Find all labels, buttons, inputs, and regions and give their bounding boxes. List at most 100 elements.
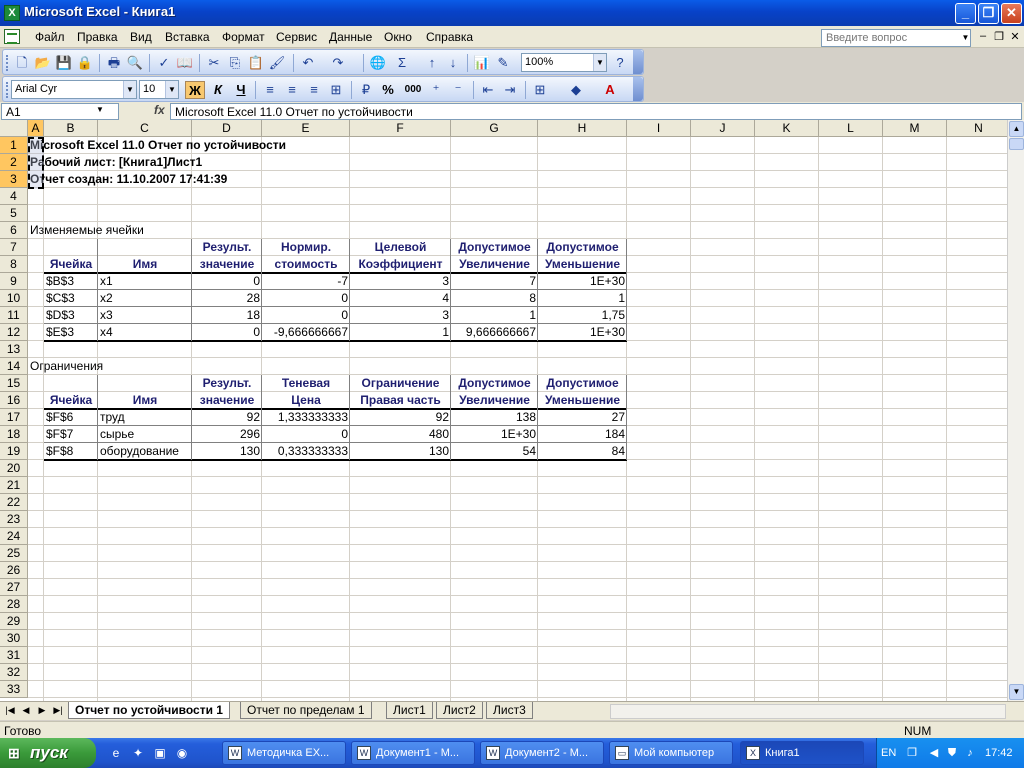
menu-format[interactable]: Формат [222, 30, 265, 44]
row-header-24[interactable]: 24 [0, 528, 28, 545]
row-header-1[interactable]: 1 [0, 137, 28, 154]
tab-sheet3[interactable]: Лист3 [486, 702, 533, 719]
menu-data[interactable]: Данные [329, 30, 372, 44]
thousands-button[interactable]: 000 [401, 81, 425, 99]
font-size-select[interactable]: 10 ▼ [139, 80, 179, 99]
sort-desc-icon[interactable]: ↓ [444, 54, 462, 72]
scroll-thumb[interactable] [1009, 138, 1024, 150]
menu-insert[interactable]: Вставка [165, 30, 210, 44]
tab-sensitivity-report[interactable]: Отчет по устойчивости 1 [68, 702, 230, 719]
align-right-icon[interactable]: ≡ [305, 81, 323, 99]
doc-restore-button[interactable]: ❐ [992, 30, 1006, 43]
chart-wizard-icon[interactable]: 📊 [473, 54, 491, 72]
merge-center-icon[interactable]: ⊞ [327, 81, 345, 99]
network-icon[interactable]: ⛊ [945, 746, 959, 760]
increase-indent-icon[interactable]: ⇥ [501, 81, 519, 99]
save-icon[interactable]: 💾 [55, 54, 73, 72]
chevron-down-icon[interactable]: ▼ [96, 105, 104, 114]
bold-button[interactable]: Ж [185, 81, 205, 99]
row-header-5[interactable]: 5 [0, 205, 28, 222]
menu-window[interactable]: Окно [384, 30, 412, 44]
column-header-a[interactable]: A [28, 120, 44, 137]
row-header-23[interactable]: 23 [0, 511, 28, 528]
column-header-g[interactable]: G [451, 120, 538, 137]
folder-icon[interactable]: ▣ [152, 745, 168, 761]
column-header-i[interactable]: I [627, 120, 691, 137]
menu-tools[interactable]: Сервис [276, 30, 317, 44]
scroll-down-button[interactable]: ▼ [1009, 684, 1024, 700]
new-icon[interactable]: 🗋 [13, 54, 31, 72]
row-header-4[interactable]: 4 [0, 188, 28, 205]
copy-icon[interactable]: ⎘ [226, 54, 244, 72]
column-header-d[interactable]: D [192, 120, 262, 137]
column-header-m[interactable]: M [883, 120, 947, 137]
menu-help[interactable]: Справка [426, 30, 473, 44]
back-icon[interactable]: ◀ [927, 746, 941, 760]
prev-sheet-button[interactable]: ◀ [20, 705, 32, 716]
decrease-decimal-icon[interactable]: ⁻ [449, 81, 467, 99]
row-header-3[interactable]: 3 [0, 171, 28, 188]
drawing-icon[interactable]: ✎ [494, 54, 512, 72]
row-header-30[interactable]: 30 [0, 630, 28, 647]
redo-icon[interactable]: ↷ [329, 54, 347, 72]
column-header-j[interactable]: J [691, 120, 755, 137]
vertical-scrollbar[interactable]: ▲ ▼ [1007, 120, 1024, 702]
help-icon[interactable]: ? [611, 54, 629, 72]
row-header-2[interactable]: 2 [0, 154, 28, 171]
task-book1[interactable]: X Книга1 [740, 741, 864, 765]
last-sheet-button[interactable]: ▶| [52, 705, 64, 716]
restore-button[interactable]: ❐ [978, 3, 999, 24]
cut-icon[interactable]: ✂ [205, 54, 223, 72]
row-header-33[interactable]: 33 [0, 681, 28, 698]
print-preview-icon[interactable]: 🔍 [126, 54, 144, 72]
task-my-computer[interactable]: ▭ Мой компьютер [609, 741, 733, 765]
ie-icon[interactable]: e [108, 745, 124, 761]
task-document1[interactable]: W Документ1 - М... [351, 741, 475, 765]
column-header-h[interactable]: H [538, 120, 627, 137]
active-cell-selection[interactable] [28, 137, 44, 189]
row-header-14[interactable]: 14 [0, 358, 28, 375]
row-header-20[interactable]: 20 [0, 460, 28, 477]
column-header-n[interactable]: N [947, 120, 1011, 137]
chevron-down-icon[interactable]: ▼ [960, 30, 971, 46]
menu-view[interactable]: Вид [130, 30, 152, 44]
chevron-down-icon[interactable]: ▼ [123, 81, 136, 98]
align-center-icon[interactable]: ≡ [283, 81, 301, 99]
row-header-26[interactable]: 26 [0, 562, 28, 579]
row-header-15[interactable]: 15 [0, 375, 28, 392]
row-header-25[interactable]: 25 [0, 545, 28, 562]
toolbar-options-button[interactable] [633, 77, 643, 101]
column-header-c[interactable]: C [98, 120, 192, 137]
row-header-16[interactable]: 16 [0, 392, 28, 409]
menu-file[interactable]: Файл [35, 30, 65, 44]
row-header-17[interactable]: 17 [0, 409, 28, 426]
close-button[interactable]: ✕ [1001, 3, 1022, 24]
tab-sheet1[interactable]: Лист1 [386, 702, 433, 719]
task-document2[interactable]: W Документ2 - М... [480, 741, 604, 765]
start-button[interactable]: ⊞ пуск [0, 738, 96, 768]
row-header-8[interactable]: 8 [0, 256, 28, 273]
scroll-up-button[interactable]: ▲ [1009, 121, 1024, 137]
fill-color-icon[interactable]: ◆ [567, 81, 585, 99]
row-header-22[interactable]: 22 [0, 494, 28, 511]
row-header-11[interactable]: 11 [0, 307, 28, 324]
row-header-6[interactable]: 6 [0, 222, 28, 239]
font-select[interactable]: Arial Cyr ▼ [11, 80, 137, 99]
zoom-select[interactable]: 100% ▼ [521, 53, 607, 72]
restore-icon[interactable]: ❐ [905, 746, 919, 760]
menu-edit[interactable]: Правка [77, 30, 118, 44]
help-question-input[interactable]: Введите вопрос [821, 29, 971, 47]
toolbar-options-button[interactable] [633, 50, 643, 74]
workbook-icon[interactable] [4, 29, 20, 44]
doc-close-button[interactable]: ✕ [1008, 30, 1022, 43]
toolbar-grip[interactable] [6, 55, 9, 71]
toolbar-grip[interactable] [6, 82, 9, 98]
row-header-27[interactable]: 27 [0, 579, 28, 596]
tab-sheet2[interactable]: Лист2 [436, 702, 483, 719]
column-header-e[interactable]: E [262, 120, 350, 137]
row-header-21[interactable]: 21 [0, 477, 28, 494]
volume-icon[interactable]: ♪ [963, 746, 977, 760]
select-all-button[interactable] [0, 120, 28, 137]
row-header-28[interactable]: 28 [0, 596, 28, 613]
row-header-9[interactable]: 9 [0, 273, 28, 290]
